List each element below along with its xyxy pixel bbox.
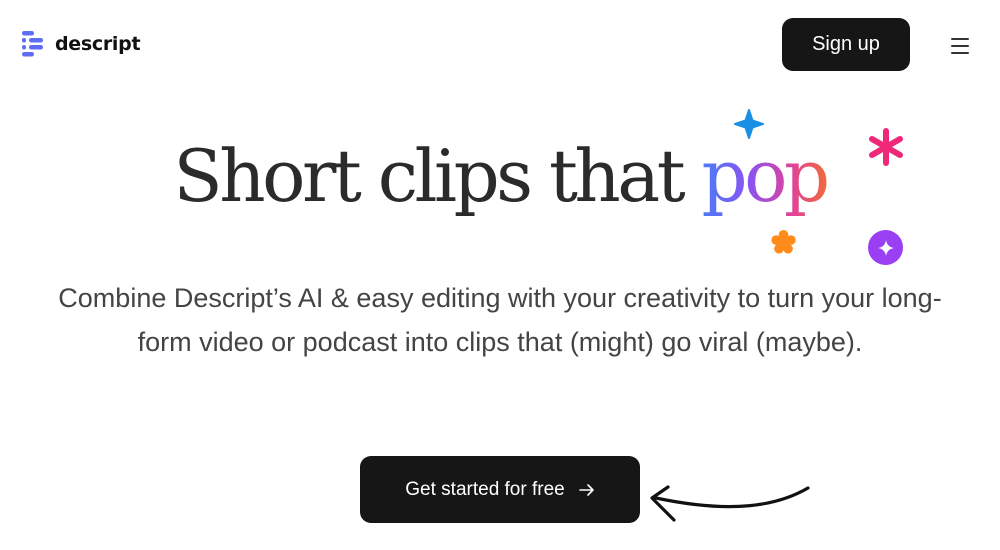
hero-title: Short clips that pop xyxy=(0,126,1000,226)
hero-title-accent: pop xyxy=(701,134,831,218)
flower-icon xyxy=(771,229,796,254)
descript-logo-link[interactable]: descript xyxy=(22,30,141,58)
hero-title-main: Short clips that xyxy=(173,134,685,218)
menu-line xyxy=(951,52,969,54)
menu-line xyxy=(951,38,969,40)
asterisk-icon xyxy=(869,128,903,166)
descript-logo-icon xyxy=(22,31,43,57)
sparkle-star-icon xyxy=(734,109,764,139)
sparkle-badge-icon xyxy=(868,230,903,265)
get-started-label: Get started for free xyxy=(405,478,565,500)
arrow-right-icon xyxy=(578,483,594,496)
get-started-button[interactable]: Get started for free xyxy=(360,456,640,523)
menu-line xyxy=(951,45,969,47)
landing-page: descript Sign up Short clips that pop Co… xyxy=(0,0,1000,550)
hamburger-menu-icon[interactable] xyxy=(946,34,974,58)
sparkle-icon xyxy=(877,239,894,256)
hero-subtitle: Combine Descript’s AI & easy editing wit… xyxy=(58,283,942,357)
sign-up-button[interactable]: Sign up xyxy=(782,18,910,71)
logo-wordmark: descript xyxy=(55,33,141,55)
hand-drawn-arrow-icon xyxy=(650,485,810,522)
